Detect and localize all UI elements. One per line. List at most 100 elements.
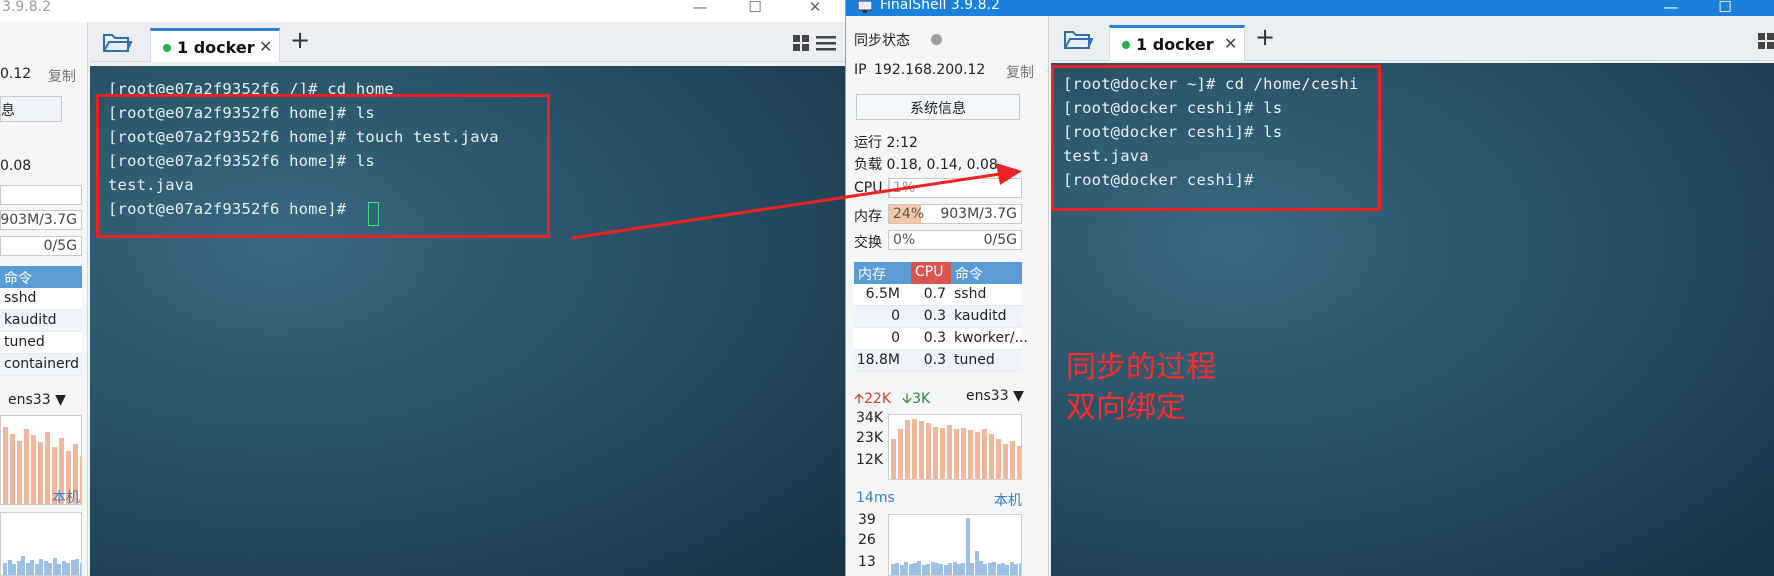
add-tab-icon[interactable]: + <box>290 26 310 54</box>
chart-bar <box>992 561 997 575</box>
process-cpu: 0.3 <box>923 330 946 346</box>
net-interface-select[interactable]: ens33 ▼ <box>8 392 66 408</box>
folder-icon[interactable] <box>1063 28 1093 50</box>
close-tab-icon[interactable]: ✕ <box>1224 34 1237 53</box>
process-mem: 18.8M <box>856 352 900 368</box>
copy-ip-button[interactable]: 复制 <box>48 66 76 86</box>
folder-icon[interactable] <box>102 31 132 53</box>
process-mem: 0 <box>891 308 900 324</box>
chart-bar <box>913 563 917 575</box>
chart-bar <box>1018 563 1021 575</box>
cmd-column-label: 命令 <box>955 267 983 283</box>
copy-ip-button[interactable]: 复制 <box>1006 62 1034 82</box>
chart-bar <box>24 429 29 504</box>
chart-bar <box>904 561 909 575</box>
chart-bar <box>48 562 52 575</box>
table-row[interactable]: containerd <box>0 354 82 376</box>
minimize-icon[interactable]: — <box>685 0 715 18</box>
chart-bar <box>996 564 1001 575</box>
chart-bar <box>965 518 970 575</box>
sysinfo-button[interactable]: 系统信息 <box>856 94 1020 120</box>
chart-bar <box>919 421 924 479</box>
maximize-icon[interactable]: ☐ <box>740 0 770 18</box>
chart-bar <box>961 563 966 575</box>
close-tab-icon[interactable]: ✕ <box>259 37 272 56</box>
process-cpu: 0.3 <box>923 308 946 324</box>
chart-bar <box>908 564 913 575</box>
chart-bar <box>31 435 36 504</box>
net-interface-select[interactable]: ens33 ▼ <box>966 388 1024 404</box>
chart-bar <box>17 440 22 504</box>
caret-down-icon: ▼ <box>1013 388 1024 404</box>
table-row[interactable]: sshd <box>0 288 82 310</box>
chart-bar <box>957 564 961 575</box>
caret-down-icon: ▼ <box>55 392 66 408</box>
grid-layout-icon[interactable] <box>792 34 810 52</box>
chart-bar <box>917 560 922 575</box>
chart-bar <box>1005 565 1010 575</box>
table-row[interactable]: tuned <box>0 332 82 354</box>
cmd-column-header[interactable]: 命令 <box>951 262 1022 284</box>
chart-bar <box>21 556 25 575</box>
close-icon[interactable]: ✕ <box>800 0 830 18</box>
chart-bar <box>930 561 935 575</box>
chart-bar <box>57 563 61 575</box>
chart-bar <box>926 564 931 575</box>
swap-value: 0/5G <box>983 232 1017 248</box>
chart-bar <box>943 565 948 575</box>
table-row[interactable]: 0 0.3 kworker/... <box>854 328 1028 350</box>
table-row[interactable]: 18.8M 0.3 tuned <box>854 350 1022 372</box>
terminal[interactable]: [root@docker ~]# cd /home/ceshi [root@do… <box>1051 63 1774 576</box>
process-name: tuned <box>4 334 45 350</box>
sysinfo-button[interactable]: 息 <box>0 96 62 122</box>
right-window-title: FinalShell 3.9.8.2 <box>880 0 1000 13</box>
terminal[interactable]: [root@e07a2f9352f6 /]# cd home [root@e07… <box>90 66 848 576</box>
mem-percent: 24% <box>893 206 925 222</box>
chart-bar <box>70 560 75 575</box>
cpu-bar-fill <box>889 179 891 197</box>
cpu-column-label: CPU <box>915 264 944 280</box>
cpu-column-header[interactable]: CPU <box>911 262 951 284</box>
tab-docker[interactable]: 1 docker ✕ <box>150 28 280 62</box>
chart-bar <box>39 558 43 575</box>
table-row[interactable]: 6.5M 0.7 sshd <box>854 284 1022 306</box>
chart-bar <box>891 564 895 575</box>
chart-bar <box>43 561 48 575</box>
chart-bar <box>974 551 979 575</box>
net-tick: 12K <box>856 452 883 468</box>
table-row[interactable]: 0 0.3 kauditd <box>854 306 1022 328</box>
tab-bar: 1 docker ✕ + <box>90 22 848 62</box>
chart-bar <box>3 562 7 575</box>
ping-chart <box>888 514 1022 576</box>
uptime-text: 运行 2:12 <box>854 135 918 151</box>
add-tab-icon[interactable]: + <box>1255 23 1275 51</box>
swap-bar: 0% 0/5G <box>888 230 1022 250</box>
process-mem: 0 <box>891 330 900 346</box>
chart-bar <box>935 563 939 575</box>
mem-column-header[interactable]: 内存 <box>854 262 911 284</box>
net-interface-label: ens33 <box>8 392 51 408</box>
process-name: sshd <box>4 290 37 306</box>
app-icon <box>858 1 872 13</box>
chart-bar <box>45 431 50 504</box>
grid-layout-icon[interactable] <box>1757 32 1774 50</box>
chart-bar <box>947 425 952 479</box>
chart-bar <box>75 558 79 575</box>
tab-docker[interactable]: 1 docker ✕ <box>1109 25 1245 61</box>
process-name: containerd <box>4 356 79 372</box>
chart-bar <box>926 422 931 479</box>
chart-bar <box>61 561 66 575</box>
menu-icon[interactable] <box>816 34 836 52</box>
left-sidebar: 0.12 复制 息 0.08 903M/3.7G 0/5G 命令 sshd ka… <box>0 22 88 576</box>
chart-bar <box>38 442 43 504</box>
local-label: 本机 <box>52 490 80 506</box>
process-name: sshd <box>954 286 987 302</box>
chart-bar <box>899 565 904 575</box>
download-speed-value: 3K <box>912 391 931 407</box>
chart-bar <box>80 455 81 504</box>
chart-bar <box>948 563 953 575</box>
chart-bar <box>933 426 938 479</box>
chart-bar <box>905 420 910 479</box>
mem-bar: 903M/3.7G <box>0 210 82 230</box>
table-row[interactable]: kauditd <box>0 310 82 332</box>
